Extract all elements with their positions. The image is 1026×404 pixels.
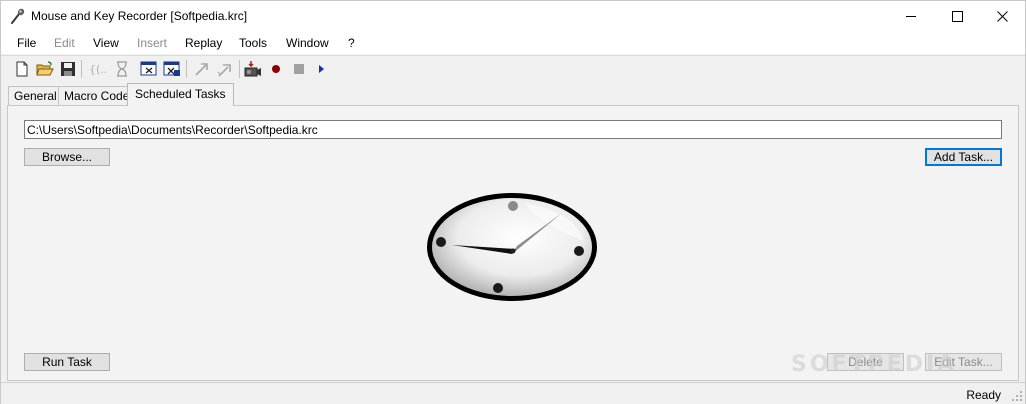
menu-insert[interactable]: Insert <box>137 36 167 50</box>
record-icon[interactable] <box>267 60 285 78</box>
play-icon[interactable] <box>313 60 331 78</box>
window-capture-alt-icon[interactable] <box>163 60 181 78</box>
maximize-icon <box>951 11 963 22</box>
maximize-button[interactable] <box>934 1 980 32</box>
microphone-app-icon <box>11 8 25 24</box>
stop-icon[interactable] <box>290 60 308 78</box>
clock-icon <box>427 193 597 301</box>
toolbar: {(.. <box>1 55 1025 81</box>
browse-button[interactable]: Browse... <box>24 148 110 166</box>
menu-replay[interactable]: Replay <box>185 36 222 50</box>
menu-file[interactable]: File <box>17 36 36 50</box>
menu-bar: File Edit View Insert Replay Tools Windo… <box>1 32 1025 54</box>
svg-text:{(..: {(.. <box>89 63 106 76</box>
add-task-button[interactable]: Add Task... <box>925 148 1002 166</box>
watermark: SOFTPEDIA <box>791 352 958 377</box>
tab-scheduled-tasks[interactable]: Scheduled Tasks <box>127 83 234 106</box>
menu-window[interactable]: Window <box>286 36 329 50</box>
save-disk-icon[interactable] <box>59 60 77 78</box>
insert-code-icon[interactable]: {(.. <box>88 60 106 78</box>
menu-view[interactable]: View <box>93 36 119 50</box>
status-bar: Ready <box>1 382 1025 404</box>
menu-edit[interactable]: Edit <box>54 36 75 50</box>
new-file-icon[interactable] <box>13 60 31 78</box>
toolbar-separator <box>239 60 240 78</box>
resize-grip-icon[interactable] <box>1011 390 1023 402</box>
tab-macro-code[interactable]: Macro Code <box>58 86 136 106</box>
window-capture-icon[interactable] <box>140 60 158 78</box>
open-folder-icon[interactable] <box>36 60 54 78</box>
camera-recorder-icon[interactable] <box>244 60 262 78</box>
arrow-up-right-icon[interactable] <box>193 60 211 78</box>
title-bar: Mouse and Key Recorder [Softpedia.krc] <box>1 1 1025 32</box>
menu-help[interactable]: ? <box>348 36 355 50</box>
arrow-up-right-alt-icon[interactable] <box>216 60 234 78</box>
menu-tools[interactable]: Tools <box>239 36 267 50</box>
app-window: Mouse and Key Recorder [Softpedia.krc] F… <box>0 0 1026 404</box>
toolbar-separator <box>186 60 187 78</box>
close-icon <box>996 11 1008 22</box>
window-title: Mouse and Key Recorder [Softpedia.krc] <box>31 9 248 23</box>
minimize-icon <box>905 16 916 17</box>
minimize-button[interactable] <box>888 1 934 32</box>
run-task-button[interactable]: Run Task <box>24 353 110 371</box>
hourglass-icon[interactable] <box>113 60 131 78</box>
tab-general[interactable]: General <box>8 86 63 106</box>
close-button[interactable] <box>979 1 1025 32</box>
status-text: Ready <box>966 388 1001 402</box>
macro-path-input[interactable] <box>24 120 1002 139</box>
toolbar-separator <box>81 60 82 78</box>
tab-bar: General Macro Code Scheduled Tasks <box>1 83 1025 106</box>
